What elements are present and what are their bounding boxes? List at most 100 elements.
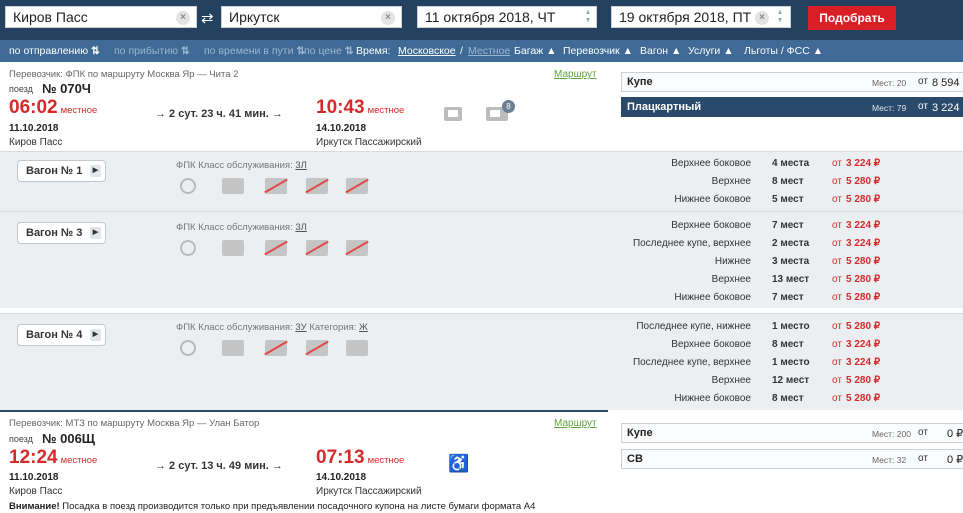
- train-label: поезд: [9, 434, 33, 444]
- wagon-info: ФПК Класс обслуживания: 3Л: [176, 160, 307, 171]
- departure-date: 11.10.2018: [9, 123, 59, 134]
- swap-stations-icon[interactable]: ⇄: [201, 9, 214, 27]
- caret-icon: ▲: [723, 45, 734, 57]
- seat-row[interactable]: Нижнее боковое 7 мест от 5 280 ₽: [606, 292, 916, 308]
- sort-by-travel-time[interactable]: по времени в пути ⇅: [204, 40, 305, 62]
- route-link[interactable]: Маршрут: [554, 69, 597, 80]
- carrier-line: Перевозчик: МТЗ по маршруту Москва Яр — …: [9, 418, 260, 429]
- seat-row[interactable]: Верхнее 12 мест от 5 280 ₽: [606, 375, 916, 391]
- departure-date: 11.10.2018: [9, 472, 59, 483]
- no-ac-icon: [265, 178, 287, 194]
- luggage-icon: [444, 107, 462, 121]
- filter-bar: по отправлению ⇅ по прибытию ⇅ по времен…: [0, 40, 963, 62]
- no-ac-icon: [265, 340, 287, 356]
- date-to-spinner-icon[interactable]: ▲ ▼: [775, 9, 785, 25]
- class-row-platskart[interactable]: Плацкартный Мест: 79 от 3 224 ₽: [621, 97, 963, 117]
- train-number: № 006Щ: [42, 431, 96, 446]
- seat-row[interactable]: Нижнее боковое 5 мест от 5 280 ₽: [606, 194, 916, 210]
- arrival-date: 14.10.2018: [316, 123, 367, 134]
- arrival-time: 07:13 местное: [316, 447, 405, 468]
- travel-duration: → 2 сут. 13 ч. 49 мин. →: [155, 460, 283, 472]
- date-from-value: 11 октября 2018, ЧТ: [425, 9, 556, 25]
- filter-carrier[interactable]: Перевозчик ▲: [563, 40, 633, 62]
- wagon-info: ФПК Класс обслуживания: 3У Категория: Ж: [176, 322, 368, 333]
- sort-by-price[interactable]: по цене ⇅: [304, 40, 354, 62]
- service-class-link[interactable]: 3Л: [295, 160, 307, 171]
- date-to-input[interactable]: 19 октября 2018, ПТ × ▲ ▼: [611, 6, 791, 28]
- wagon-panel: Вагон № 4 ▶ ФПК Класс обслуживания: 3У Ка…: [0, 313, 963, 410]
- filter-car[interactable]: Вагон ▲: [640, 40, 681, 62]
- service-class-link[interactable]: 3Л: [295, 222, 307, 233]
- train-number: № 070Ч: [42, 81, 91, 96]
- sort-by-departure[interactable]: по отправлению ⇅: [9, 40, 100, 62]
- expand-icon: ▶: [90, 329, 101, 341]
- date-to-value: 19 октября 2018, ПТ: [619, 9, 752, 25]
- arrival-date: 14.10.2018: [316, 472, 367, 483]
- from-input[interactable]: Киров Пасс ×: [5, 6, 197, 28]
- service-class-link[interactable]: 3У: [295, 322, 306, 333]
- search-button[interactable]: Подобрать: [808, 6, 896, 30]
- seat-row[interactable]: Верхнее боковое 7 мест от 3 224 ₽: [606, 220, 916, 236]
- seat-row[interactable]: Нижнее боковое 8 мест от 5 280 ₽: [606, 393, 916, 409]
- time-zone-suffix: местное: [367, 105, 405, 116]
- date-from-input[interactable]: 11 октября 2018, ЧТ ▲ ▼: [417, 6, 597, 28]
- departure-station: Киров Пасс: [9, 486, 63, 497]
- time-moscow-link[interactable]: Московское: [398, 40, 456, 62]
- clear-to-icon[interactable]: ×: [381, 11, 395, 25]
- route-link[interactable]: Маршрут: [554, 418, 597, 429]
- wagon-3-button[interactable]: Вагон № 3 ▶: [17, 222, 106, 244]
- search-bar: Киров Пасс × ⇄ Иркутск × 11 октября 2018…: [0, 0, 963, 40]
- caret-icon: ▲: [812, 45, 824, 57]
- class-row-kupe[interactable]: Купе Мест: 20 от 8 594 ₽: [621, 72, 963, 92]
- expand-icon: ▶: [90, 227, 101, 239]
- departure-station: Киров Пасс: [9, 137, 63, 148]
- seat-row[interactable]: Нижнее 3 места от 5 280 ₽: [606, 256, 916, 272]
- train-separator: [0, 410, 608, 412]
- to-value: Иркутск: [229, 9, 280, 25]
- seat-row[interactable]: Последнее купе, верхнее 2 места от 3 224 ₽: [606, 238, 916, 254]
- sort-icon: ⇅: [91, 45, 100, 57]
- pets-icon: [346, 340, 368, 356]
- sort-icon: ⇅: [180, 45, 190, 57]
- time-local-link[interactable]: Местное: [468, 40, 510, 62]
- clear-date-to-icon[interactable]: ×: [755, 11, 769, 25]
- filter-benefits[interactable]: Льготы / ФСС ▲: [744, 40, 823, 62]
- departure-time: 06:02 местное: [9, 97, 98, 118]
- class-row-sv[interactable]: СВ Мест: 32 от 0 ₽: [621, 449, 963, 469]
- wagon-info: ФПК Класс обслуживания: 3Л: [176, 222, 307, 233]
- boarding-warning: Внимание! Посадка в поезд производится т…: [9, 501, 536, 512]
- time-zone-suffix: местное: [60, 455, 98, 466]
- seat-row[interactable]: Последнее купе, верхнее 1 место от 3 224 ₽: [606, 357, 916, 373]
- no-wc-icon: [306, 240, 328, 256]
- category-link[interactable]: Ж: [359, 322, 368, 333]
- seat-row[interactable]: Верхнее 13 мест от 5 280 ₽: [606, 274, 916, 290]
- food-icon: [180, 240, 196, 256]
- seat-row[interactable]: Верхнее 8 мест от 5 280 ₽: [606, 176, 916, 192]
- time-slash: /: [460, 45, 463, 57]
- date-from-spinner-icon[interactable]: ▲ ▼: [583, 9, 593, 25]
- expand-icon: ▶: [90, 165, 101, 177]
- seat-row[interactable]: Верхнее боковое 4 места от 3 224 ₽: [606, 158, 916, 174]
- wagon-1-button[interactable]: Вагон № 1 ▶: [17, 160, 106, 182]
- no-ac-icon: [265, 240, 287, 256]
- seat-row[interactable]: Последнее купе, нижнее 1 место от 5 280 ₽: [606, 321, 916, 337]
- luggage-icon: [222, 178, 244, 194]
- no-bedding-icon: [346, 178, 368, 194]
- departure-time: 12:24 местное: [9, 447, 98, 468]
- wagon-4-button[interactable]: Вагон № 4 ▶: [17, 324, 106, 346]
- sort-icon: ⇅: [344, 45, 354, 57]
- clear-from-icon[interactable]: ×: [176, 11, 190, 25]
- filter-services[interactable]: Услуги ▲: [688, 40, 734, 62]
- luggage-icon: [222, 340, 244, 356]
- sort-by-arrival[interactable]: по прибытию ⇅: [114, 40, 190, 62]
- class-row-kupe[interactable]: Купе Мест: 200 от 0 ₽: [621, 423, 963, 443]
- food-icon: [180, 178, 196, 194]
- caret-icon: ▲: [671, 45, 682, 57]
- arrival-time: 10:43 местное: [316, 97, 405, 118]
- seat-row[interactable]: Верхнее боковое 8 мест от 3 224 ₽: [606, 339, 916, 355]
- no-wc-icon: [306, 340, 328, 356]
- to-input[interactable]: Иркутск ×: [221, 6, 402, 28]
- caret-icon: ▲: [546, 45, 557, 57]
- filter-luggage[interactable]: Багаж ▲: [514, 40, 557, 62]
- wagon-panel: Вагон № 3 ▶ ФПК Класс обслуживания: 3Л Ве…: [0, 211, 963, 308]
